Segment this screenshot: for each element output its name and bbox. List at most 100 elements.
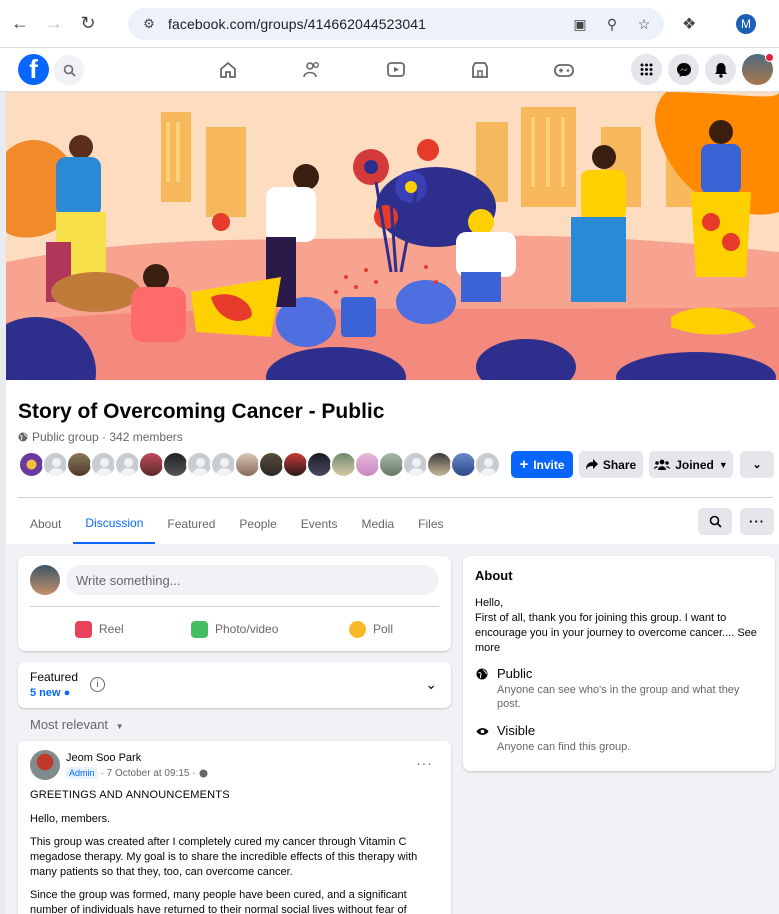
browser-profile-avatar[interactable]: M <box>736 14 756 34</box>
post-card: Jeom Soo Park Admin · 7 October at 09:15… <box>18 741 451 914</box>
reel-label: Reel <box>99 622 124 636</box>
info-icon[interactable]: i <box>90 677 105 692</box>
tab-files[interactable]: Files <box>406 504 455 544</box>
menu-grid-icon[interactable] <box>631 54 662 85</box>
install-app-icon[interactable]: ▣ <box>570 14 590 34</box>
member-avatar[interactable] <box>426 451 453 478</box>
cover-illustration <box>6 92 779 380</box>
group-cover-photo[interactable] <box>6 92 779 380</box>
photo-label: Photo/video <box>215 622 279 636</box>
messenger-icon[interactable] <box>668 54 699 85</box>
post-meta: Admin · 7 October at 09:15 · <box>66 767 208 779</box>
joined-button[interactable]: Joined ▼ <box>649 451 733 478</box>
post-paragraph: This group was created after I completel… <box>30 836 418 878</box>
reel-button[interactable]: Reel <box>75 618 124 640</box>
extensions-icon[interactable]: ❖ <box>682 14 702 34</box>
member-avatar[interactable] <box>402 451 429 478</box>
invite-label: Invite <box>533 457 565 472</box>
tab-events[interactable]: Events <box>289 504 350 544</box>
browser-toolbar: ← → ↻ ⚙ facebook.com/groups/414662044523… <box>0 0 779 48</box>
marketplace-icon[interactable] <box>452 48 508 92</box>
about-hello: Hello, <box>475 597 504 609</box>
public-description: Anyone can see who's in the group and wh… <box>497 684 740 710</box>
member-avatar[interactable] <box>186 451 213 478</box>
member-avatar[interactable] <box>258 451 285 478</box>
friends-icon[interactable] <box>284 48 340 92</box>
member-avatar[interactable] <box>90 451 117 478</box>
facebook-top-bar: f <box>0 48 779 92</box>
post-paragraph: Since the group was formed, many people … <box>30 889 407 914</box>
zoom-icon[interactable]: ⚲ <box>602 14 622 34</box>
site-settings-icon[interactable]: ⚙ <box>134 16 164 32</box>
member-avatar[interactable] <box>450 451 477 478</box>
post-more-icon[interactable]: ··· <box>416 755 433 771</box>
member-avatars[interactable] <box>18 451 501 478</box>
post-author-name[interactable]: Jeom Soo Park <box>66 752 141 764</box>
featured-section[interactable]: Featured 5 new ● i ⌄ <box>18 662 451 708</box>
visible-title: Visible <box>497 723 536 738</box>
invite-button[interactable]: + Invite <box>511 451 573 478</box>
member-avatar[interactable] <box>306 451 333 478</box>
member-avatar[interactable] <box>378 451 405 478</box>
share-button[interactable]: Share <box>579 451 643 478</box>
back-icon[interactable]: ← <box>6 10 34 38</box>
search-icon[interactable] <box>54 55 84 85</box>
reel-icon <box>75 620 92 638</box>
reload-icon[interactable]: ↻ <box>74 10 102 38</box>
chevron-down-icon: ⌄ <box>752 459 762 471</box>
member-avatar[interactable] <box>354 451 381 478</box>
member-avatar[interactable] <box>474 451 501 478</box>
group-title[interactable]: Story of Overcoming Cancer - Public <box>18 400 384 424</box>
poll-button[interactable]: Poll <box>349 618 393 640</box>
member-avatar[interactable] <box>114 451 141 478</box>
header-divider <box>18 497 773 498</box>
post-author-avatar[interactable] <box>30 750 60 780</box>
tab-about[interactable]: About <box>18 504 73 544</box>
poll-icon <box>349 620 366 638</box>
sort-dropdown[interactable]: Most relevant ▼ <box>30 717 124 732</box>
eye-icon <box>475 724 489 738</box>
account-avatar[interactable] <box>742 53 774 85</box>
member-avatar[interactable] <box>282 451 309 478</box>
address-bar[interactable]: ⚙ facebook.com/groups/414662044523041 ▣ … <box>128 8 664 40</box>
group-meta-text[interactable]: Public group · 342 members <box>32 430 183 444</box>
post-heading: GREETINGS AND ANNOUNCEMENTS <box>30 789 230 801</box>
member-avatar[interactable] <box>162 451 189 478</box>
public-title: Public <box>497 666 533 681</box>
group-more-button[interactable]: ··· <box>740 508 774 535</box>
about-card: About Hello, First of all, thank you for… <box>463 556 775 771</box>
facebook-logo-icon[interactable]: f <box>18 54 49 85</box>
bookmark-star-icon[interactable]: ☆ <box>634 14 654 34</box>
member-avatar[interactable] <box>210 451 237 478</box>
post-time[interactable]: · 7 October at 09:15 · <box>101 768 196 779</box>
photo-video-button[interactable]: Photo/video <box>191 618 278 640</box>
video-icon[interactable] <box>368 48 424 92</box>
globe-icon <box>199 768 208 778</box>
home-icon[interactable] <box>200 48 256 92</box>
user-avatar[interactable] <box>30 565 60 595</box>
tab-featured[interactable]: Featured <box>155 504 227 544</box>
caret-down-icon: ▼ <box>115 722 124 731</box>
notifications-bell-icon[interactable] <box>705 54 736 85</box>
member-avatar[interactable] <box>66 451 93 478</box>
chevron-down-icon[interactable]: ⌄ <box>425 676 437 693</box>
member-avatar[interactable] <box>42 451 69 478</box>
tab-people[interactable]: People <box>227 504 288 544</box>
url-text[interactable]: facebook.com/groups/414662044523041 <box>168 16 426 32</box>
about-text[interactable]: First of all, thank you for joining this… <box>475 612 757 654</box>
group-search-button[interactable] <box>698 508 732 535</box>
tab-media[interactable]: Media <box>349 504 406 544</box>
forward-icon[interactable]: → <box>40 10 68 38</box>
member-avatar[interactable] <box>234 451 261 478</box>
member-avatar[interactable] <box>138 451 165 478</box>
write-something-input[interactable]: Write something... <box>66 565 439 595</box>
poll-label: Poll <box>373 622 394 636</box>
globe-icon <box>18 432 28 442</box>
post-body: GREETINGS AND ANNOUNCEMENTS Hello, membe… <box>30 788 435 914</box>
tab-discussion[interactable]: Discussion <box>73 504 156 544</box>
member-avatar[interactable] <box>18 451 45 478</box>
gaming-icon[interactable] <box>536 48 592 92</box>
member-avatar[interactable] <box>330 451 357 478</box>
admin-badge: Admin <box>66 767 98 779</box>
more-options-button[interactable]: ⌄ <box>740 451 774 478</box>
